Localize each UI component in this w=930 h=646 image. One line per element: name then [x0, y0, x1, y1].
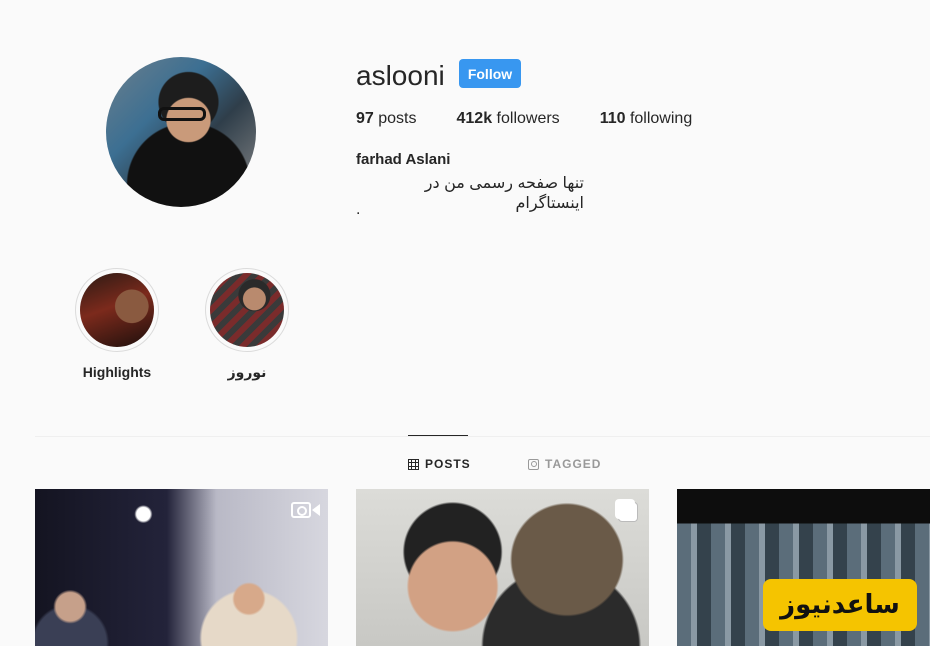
stat-following[interactable]: 110 following	[600, 110, 693, 128]
highlight-item-highlights[interactable]: Highlights	[75, 268, 159, 380]
highlight-cover-image	[80, 273, 154, 347]
tab-posts[interactable]: POSTS	[408, 457, 471, 471]
post-thumbnail[interactable]	[35, 489, 328, 646]
profile-stats: 97 posts 412k followers 110 following	[356, 110, 732, 128]
profile-username: aslooni	[356, 60, 445, 91]
profile-full-name: farhad Aslani	[356, 151, 451, 168]
highlight-label: نوروز	[227, 364, 267, 380]
tab-tagged-label: TAGGED	[545, 457, 602, 471]
highlight-item-nowruz[interactable]: نوروز	[205, 268, 289, 381]
profile-avatar[interactable]	[106, 57, 256, 207]
follow-button[interactable]: Follow	[459, 59, 521, 88]
stat-following-label: following	[629, 110, 693, 127]
tab-tagged[interactable]: TAGGED	[528, 457, 601, 471]
stat-posts: 97 posts	[356, 110, 417, 128]
highlight-label: Highlights	[82, 364, 152, 380]
highlight-ring	[75, 268, 159, 352]
highlight-ring	[205, 268, 289, 352]
highlight-cover-image	[210, 273, 284, 347]
active-tab-indicator	[408, 435, 468, 436]
carousel-icon	[615, 499, 635, 522]
profile-bio-line-2: .	[356, 201, 361, 218]
stat-followers-label: followers	[496, 110, 560, 127]
profile-bio-line-1: تنها صفحه رسمی من در اینستاگرام	[424, 175, 584, 212]
tab-posts-label: POSTS	[425, 457, 471, 471]
stat-following-value: 110	[599, 110, 626, 127]
post-thumbnail[interactable]	[356, 489, 649, 646]
avatar-glasses-detail	[158, 107, 206, 121]
stat-posts-label: posts	[378, 110, 417, 127]
site-watermark-logo: ساعدنیوز	[763, 579, 917, 631]
grid-icon	[408, 458, 419, 470]
tabs-divider	[35, 436, 930, 437]
stat-posts-value: 97	[356, 110, 374, 127]
stat-followers[interactable]: 412k followers	[457, 110, 560, 128]
tagged-icon	[528, 458, 539, 470]
stat-followers-value: 412k	[456, 110, 493, 127]
video-icon	[291, 502, 320, 521]
